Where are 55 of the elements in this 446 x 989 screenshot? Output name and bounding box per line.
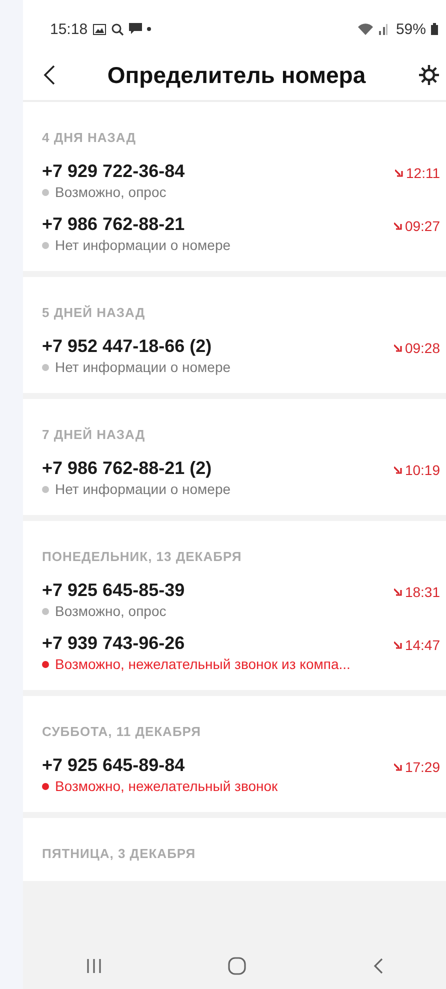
call-note: Нет информации о номере xyxy=(55,481,231,497)
missed-call-arrow-icon xyxy=(395,169,403,177)
search-icon xyxy=(110,22,124,36)
phone-number: +7 925 645-85-39 xyxy=(42,580,185,601)
call-item[interactable]: +7 986 762-88-21 Нет информации о номере 09:27 xyxy=(42,214,440,253)
call-time: 17:29 xyxy=(404,759,440,775)
section-heading: 7 ДНЕЙ НАЗАД xyxy=(42,427,146,442)
phone-number: +7 925 645-89-84 xyxy=(42,755,186,776)
call-item[interactable]: +7 925 645-85-39 Возможно, опрос 18:31 xyxy=(42,580,440,619)
battery-icon xyxy=(431,23,438,35)
missed-call-arrow-icon xyxy=(394,466,402,474)
dot-icon xyxy=(146,27,151,31)
back-icon[interactable] xyxy=(43,65,55,85)
call-item[interactable]: +7 952 447-18-66 (2) Нет информации о номере 09:28 xyxy=(42,336,440,375)
missed-call-arrow-icon xyxy=(394,641,402,649)
phone-number: +7 986 762-88-21 xyxy=(42,214,186,235)
missed-call-arrow-icon xyxy=(394,763,402,771)
section-heading: СУББОТА, 11 ДЕКАБРЯ xyxy=(42,724,202,739)
call-time: 09:27 xyxy=(404,218,440,234)
phone-number: +7 939 743-96-26 xyxy=(42,633,186,654)
missed-call-arrow-icon xyxy=(394,344,402,352)
call-item[interactable]: +7 939 743-96-26 Возможно, нежелательный звонок из компа... 14:47 xyxy=(42,633,440,672)
signal-icon xyxy=(378,24,388,34)
status-time: 15:18 xyxy=(50,20,88,38)
screen-title: Определитель номера xyxy=(106,62,367,88)
call-time: 09:28 xyxy=(404,340,440,356)
missed-call-arrow-icon xyxy=(394,588,402,596)
gallery-icon xyxy=(92,24,106,34)
call-item[interactable]: +7 929 722-36-84 Возможно, опрос 12:11 xyxy=(42,161,440,200)
phone-number: +7 986 762-88-21 (2) xyxy=(42,458,213,479)
call-time: 12:11 xyxy=(406,165,440,181)
call-time: 10:19 xyxy=(404,462,440,478)
section-heading: 5 ДНЕЙ НАЗАД xyxy=(42,305,146,320)
message-icon xyxy=(128,23,142,35)
recent-apps-icon[interactable] xyxy=(86,958,102,974)
call-item[interactable]: +7 925 645-89-84 Возможно, нежелательный звонок 17:29 xyxy=(42,755,440,794)
call-note: Нет информации о номере xyxy=(55,237,231,253)
section-heading: ПОНЕДЕЛЬНИК, 13 ДЕКАБРЯ xyxy=(42,549,243,564)
phone-number: +7 952 447-18-66 (2) xyxy=(42,336,213,357)
missed-call-arrow-icon xyxy=(394,222,402,230)
battery-level: 59% xyxy=(396,20,426,38)
section-heading: 4 ДНЯ НАЗАД xyxy=(42,130,137,145)
settings-icon[interactable] xyxy=(418,64,440,86)
call-note: Возможно, опрос xyxy=(55,603,166,619)
phone-number: +7 929 722-36-84 xyxy=(42,161,185,182)
call-time: 18:31 xyxy=(404,584,440,600)
call-note: Возможно, нежелательный звонок xyxy=(55,778,278,794)
section-heading: ПЯТНИЦА, 3 ДЕКАБРЯ xyxy=(42,846,197,861)
call-note: Возможно, нежелательный звонок из компа... xyxy=(55,656,350,672)
home-icon[interactable] xyxy=(228,957,246,975)
call-time: 14:47 xyxy=(404,637,440,653)
call-note: Возможно, опрос xyxy=(55,184,166,200)
call-item[interactable]: +7 986 762-88-21 (2) Нет информации о номере 10:19 xyxy=(42,458,440,497)
call-note: Нет информации о номере xyxy=(55,359,231,375)
wifi-icon xyxy=(358,23,373,35)
